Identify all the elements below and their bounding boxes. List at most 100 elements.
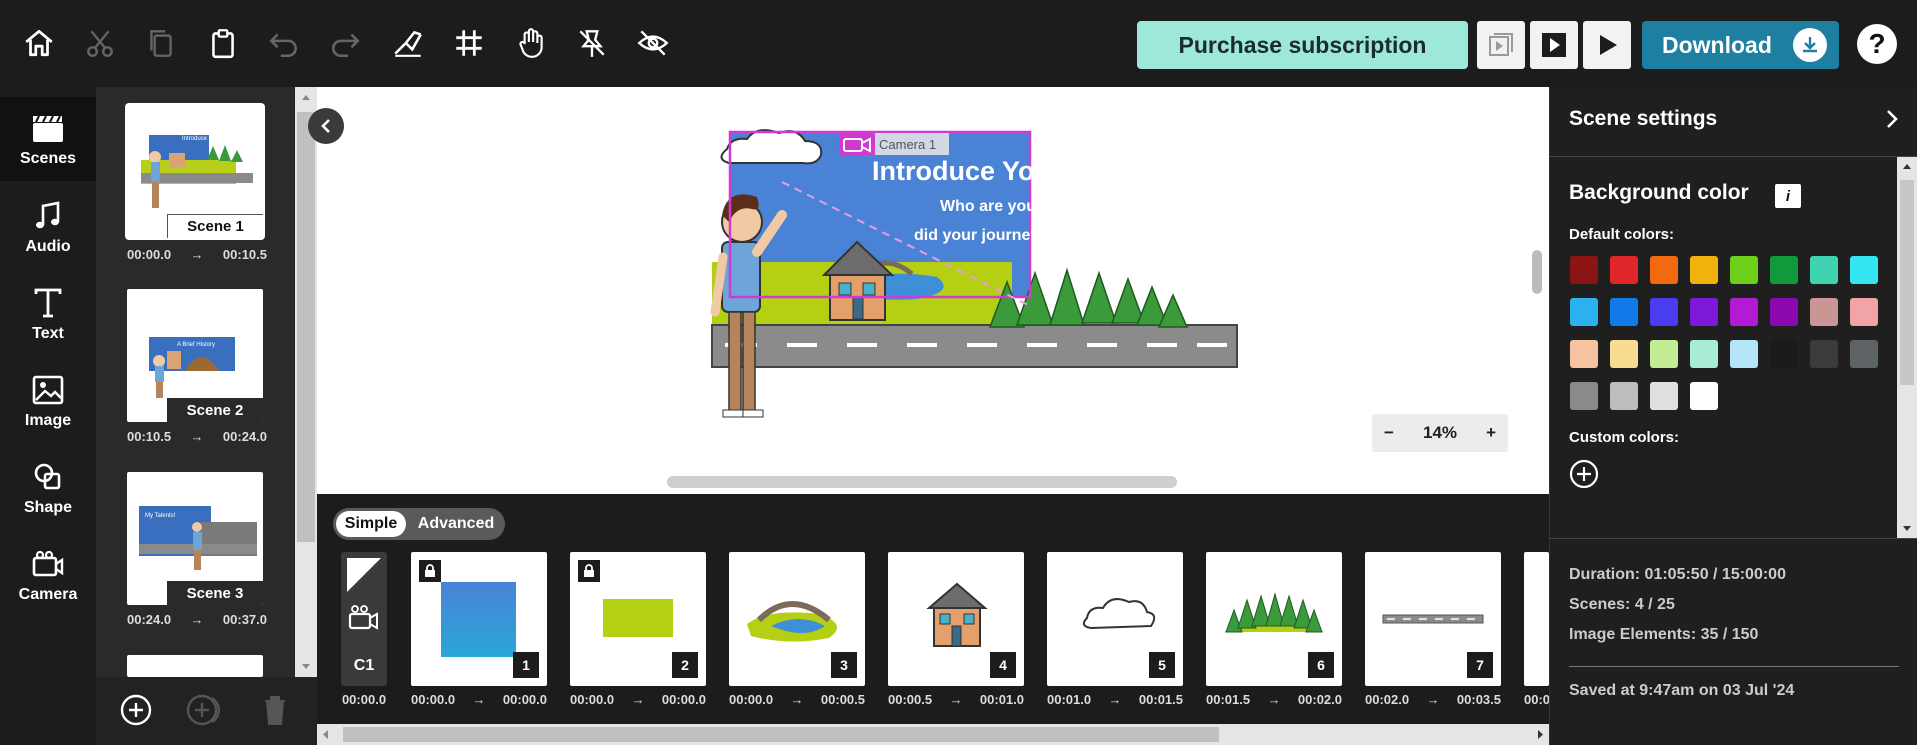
timeline-element-6[interactable]: 6 [1206, 552, 1342, 686]
scene-label: Scene 2 [167, 398, 263, 422]
eye-off-icon[interactable] [632, 22, 674, 64]
color-swatch[interactable] [1730, 298, 1758, 326]
play-icon [1600, 35, 1617, 55]
color-swatch[interactable] [1850, 256, 1878, 284]
hand-icon[interactable] [510, 22, 552, 64]
color-swatch[interactable] [1610, 298, 1638, 326]
color-swatch[interactable] [1690, 382, 1718, 410]
draw-hand-icon[interactable] [387, 22, 429, 64]
color-swatch[interactable] [1610, 382, 1638, 410]
element-number: 6 [1308, 652, 1334, 678]
add-custom-color-icon[interactable] [1569, 459, 1599, 489]
lock-icon[interactable] [419, 560, 441, 582]
mode-advanced-tab[interactable]: Advanced [410, 511, 502, 537]
scroll-up-icon[interactable] [1897, 160, 1917, 172]
scroll-right-icon[interactable] [1533, 724, 1547, 745]
scroll-left-icon[interactable] [319, 724, 333, 745]
color-swatch[interactable] [1570, 298, 1598, 326]
purchase-subscription-button[interactable]: Purchase subscription [1137, 21, 1468, 69]
nav-camera[interactable]: Camera [0, 533, 96, 617]
nav-audio[interactable]: Audio [0, 185, 96, 269]
clapperboard-icon [33, 115, 63, 142]
color-swatch[interactable] [1650, 340, 1678, 368]
scroll-up-icon[interactable] [295, 91, 317, 103]
canvas-vertical-scrollbar[interactable] [1532, 250, 1542, 294]
unpin-icon[interactable] [571, 22, 613, 64]
color-swatch[interactable] [1730, 340, 1758, 368]
color-swatch[interactable] [1570, 340, 1598, 368]
color-swatch[interactable] [1650, 382, 1678, 410]
nav-shape[interactable]: Shape [0, 446, 96, 530]
timeline-element-3[interactable]: 3 [729, 552, 865, 686]
color-swatch[interactable] [1770, 256, 1798, 284]
grid-icon[interactable] [448, 22, 490, 64]
color-swatch[interactable] [1650, 256, 1678, 284]
zoom-in-button[interactable]: + [1486, 423, 1496, 443]
color-swatch[interactable] [1850, 340, 1878, 368]
add-scene-icon[interactable] [119, 693, 153, 727]
nav-audio-label: Audio [25, 238, 71, 255]
camera-track-graphic: C1 [347, 558, 381, 674]
lock-icon[interactable] [578, 560, 600, 582]
mode-simple-tab[interactable]: Simple [336, 511, 406, 537]
scene-card-4[interactable] [127, 655, 263, 677]
element-start: 00:01.5 [1206, 692, 1251, 707]
color-swatch[interactable] [1570, 382, 1598, 410]
scene-start: 00:10.5 [127, 429, 172, 444]
camera-track[interactable]: C1 [341, 552, 387, 686]
color-swatch[interactable] [1810, 256, 1838, 284]
canvas-horizontal-scrollbar[interactable] [667, 476, 1177, 488]
color-swatch[interactable] [1770, 340, 1798, 368]
element-end: 00:00.0 [661, 692, 706, 707]
play-scene-button[interactable] [1530, 21, 1578, 69]
nav-scenes[interactable]: Scenes [0, 97, 96, 181]
color-swatch[interactable] [1730, 256, 1758, 284]
zoom-out-button[interactable]: − [1384, 423, 1394, 443]
preview-scene-icon [1489, 33, 1513, 56]
color-swatch[interactable] [1850, 298, 1878, 326]
scene-card-2[interactable]: A Brief History Scene 2 [127, 289, 263, 422]
collapse-scenes-button[interactable] [308, 108, 344, 144]
timeline-element-5[interactable]: 5 [1047, 552, 1183, 686]
settings-scrollbar-thumb[interactable] [1900, 180, 1914, 385]
clipboard-icon[interactable] [202, 22, 244, 64]
scene-card-1[interactable]: Introduce Yourself! Scene 1 [127, 105, 263, 238]
timeline-scrollbar-thumb[interactable] [343, 727, 1219, 742]
color-swatch[interactable] [1650, 298, 1678, 326]
home-icon[interactable] [18, 22, 60, 64]
color-swatch[interactable] [1610, 256, 1638, 284]
element-end: 00:01.0 [979, 692, 1024, 707]
color-swatch[interactable] [1810, 340, 1838, 368]
color-swatch[interactable] [1690, 256, 1718, 284]
timeline-element-4[interactable]: 4 [888, 552, 1024, 686]
element-6-time: 00:01.5 → 00:02.0 [1206, 692, 1342, 707]
scroll-down-icon[interactable] [1897, 523, 1917, 535]
timeline-element-8[interactable] [1524, 552, 1549, 686]
timeline-element-7[interactable]: 7 [1365, 552, 1501, 686]
color-swatch[interactable] [1770, 298, 1798, 326]
color-swatch[interactable] [1690, 298, 1718, 326]
scene-canvas[interactable]: Camera 1 Introduce Yourself! Who are you… [317, 87, 1549, 494]
nav-image-label: Image [24, 412, 72, 429]
chevron-right-icon[interactable] [1880, 105, 1904, 133]
info-icon[interactable]: i [1775, 184, 1801, 208]
help-button[interactable]: ? [1857, 24, 1897, 64]
timeline-element-2[interactable]: 2 [570, 552, 706, 686]
scroll-down-icon[interactable] [295, 661, 317, 673]
scene-card-3[interactable]: My Talents! Scene 3 [127, 472, 263, 605]
color-swatch[interactable] [1810, 298, 1838, 326]
color-swatch[interactable] [1610, 340, 1638, 368]
arrow-right-icon: → [1267, 692, 1281, 707]
scene-3-time: 00:24.0 → 00:37.0 [127, 612, 267, 627]
scenes-scrollbar-thumb[interactable] [297, 112, 315, 542]
camera-chip-label: C1 [354, 657, 375, 674]
nav-text[interactable]: Text [0, 272, 96, 356]
color-swatch[interactable] [1570, 256, 1598, 284]
preview-scene-button[interactable] [1477, 21, 1525, 69]
scenes-stat: Scenes: 4 / 25 [1569, 596, 1675, 613]
timeline-element-1[interactable]: 1 [411, 552, 547, 686]
nav-image[interactable]: Image [0, 359, 96, 443]
play-all-button[interactable] [1583, 21, 1631, 69]
color-swatch[interactable] [1690, 340, 1718, 368]
download-button[interactable]: Download [1642, 21, 1839, 69]
